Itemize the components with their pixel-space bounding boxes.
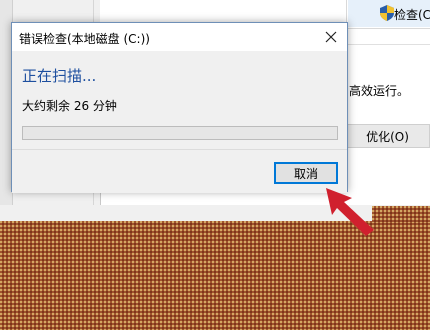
shield-icon (380, 5, 394, 21)
cancel-button[interactable]: 取消 (274, 162, 338, 184)
row-divider (346, 44, 430, 45)
red-arrow-icon (326, 188, 374, 236)
background-texture (0, 221, 430, 330)
progress-bar (22, 126, 338, 140)
check-button-label: 检查(C) (394, 8, 430, 22)
optimize-button[interactable]: 优化(O) (345, 124, 430, 148)
dialog-titlebar: 错误检查(本地磁盘 (C:)) (12, 23, 347, 51)
error-check-dialog: 错误检查(本地磁盘 (C:)) 正在扫描... 大约剩余 26 分钟 取消 (11, 22, 348, 193)
scanning-heading: 正在扫描... (22, 67, 97, 85)
efficiency-text: 高效运行。 (349, 84, 410, 98)
time-remaining: 大约剩余 26 分钟 (22, 99, 117, 113)
close-button[interactable] (315, 23, 347, 51)
optimize-button-label: 优化(O) (366, 129, 409, 144)
close-icon (325, 31, 337, 43)
cancel-button-label: 取消 (293, 166, 318, 181)
background-texture-step (372, 206, 430, 222)
dialog-title: 错误检查(本地磁盘 (C:)) (19, 32, 150, 46)
